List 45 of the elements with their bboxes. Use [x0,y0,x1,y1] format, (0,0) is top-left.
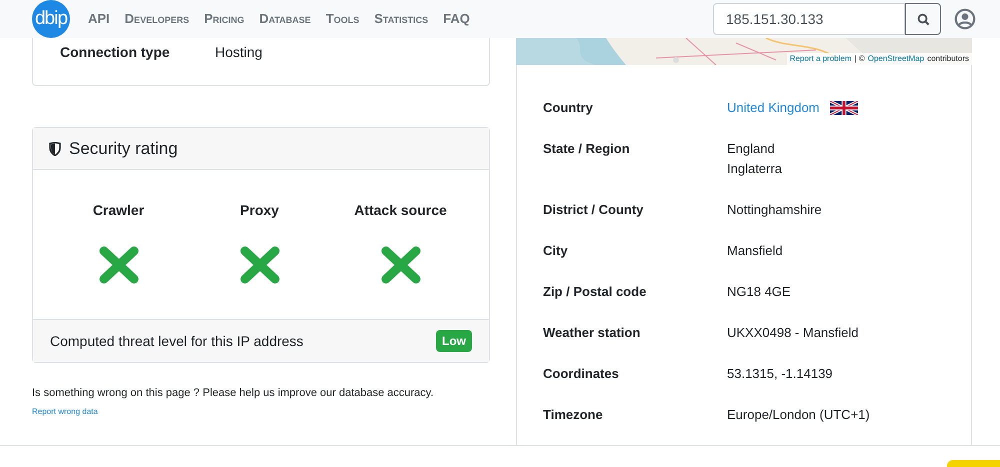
nav-link[interactable]: Tools [326,9,360,29]
rating-label: Proxy [240,201,279,220]
openstreetmap-link[interactable]: OpenStreetMap [868,53,924,65]
detail-value: UKXX0498 - Mansfield [727,324,859,342]
nav-link[interactable]: Statistics [374,9,428,29]
nav-link[interactable]: Pricing [204,9,244,29]
detail-value: England [727,140,776,158]
detail-value: Mansfield [727,242,783,260]
flag-icon [830,101,858,115]
user-icon[interactable] [954,8,976,30]
rating-label: Attack source [354,201,447,220]
nav-link[interactable]: Developers [124,9,190,29]
detail-label: Timezone [543,406,604,424]
detail-value: Nottinghamshire [727,201,822,219]
field-label: Connection type [60,43,171,62]
detail-label: Zip / Postal code [543,283,648,301]
detail-value: NG18 4GE [727,283,791,301]
search-field[interactable]: 185.151.30.133 [713,3,905,35]
detail-label: District / County [543,201,644,219]
search-button[interactable] [905,3,941,35]
detail-value: Inglaterra [727,160,782,178]
nav-link[interactable]: Database [259,9,311,29]
nav-link[interactable]: FAQ [443,9,470,29]
country-link[interactable]: United Kingdom [727,98,820,118]
search-icon [916,12,930,26]
report-problem-link[interactable]: Report a problem [790,53,852,65]
report-link[interactable]: Report wrong data [32,406,98,418]
detail-value: 53.1315, -1.14139 [727,365,833,383]
logo[interactable]: dbip [32,0,70,38]
nav-link[interactable]: API [88,9,110,29]
rating-label: Crawler [92,201,144,220]
feedback-text: Is something wrong on this page ? Please help us improve our database accuracy. [32,386,435,401]
detail-label: Coordinates [543,365,620,383]
shield-icon [49,142,61,156]
detail-label: Country [543,99,594,117]
attribution-text: contributors [927,53,969,65]
detail-label: Weather station [543,324,642,342]
threat-level: Low [436,330,472,352]
detail-value: Europe/London (UTC+1) [727,406,870,424]
threat-text: Computed threat level for this IP address [50,332,304,351]
field-value: Hosting [215,43,262,62]
detail-label: City [543,242,569,260]
card-title: Security rating [69,138,178,160]
attribution-separator: | © [854,53,865,65]
detail-label: State / Region [543,140,631,158]
